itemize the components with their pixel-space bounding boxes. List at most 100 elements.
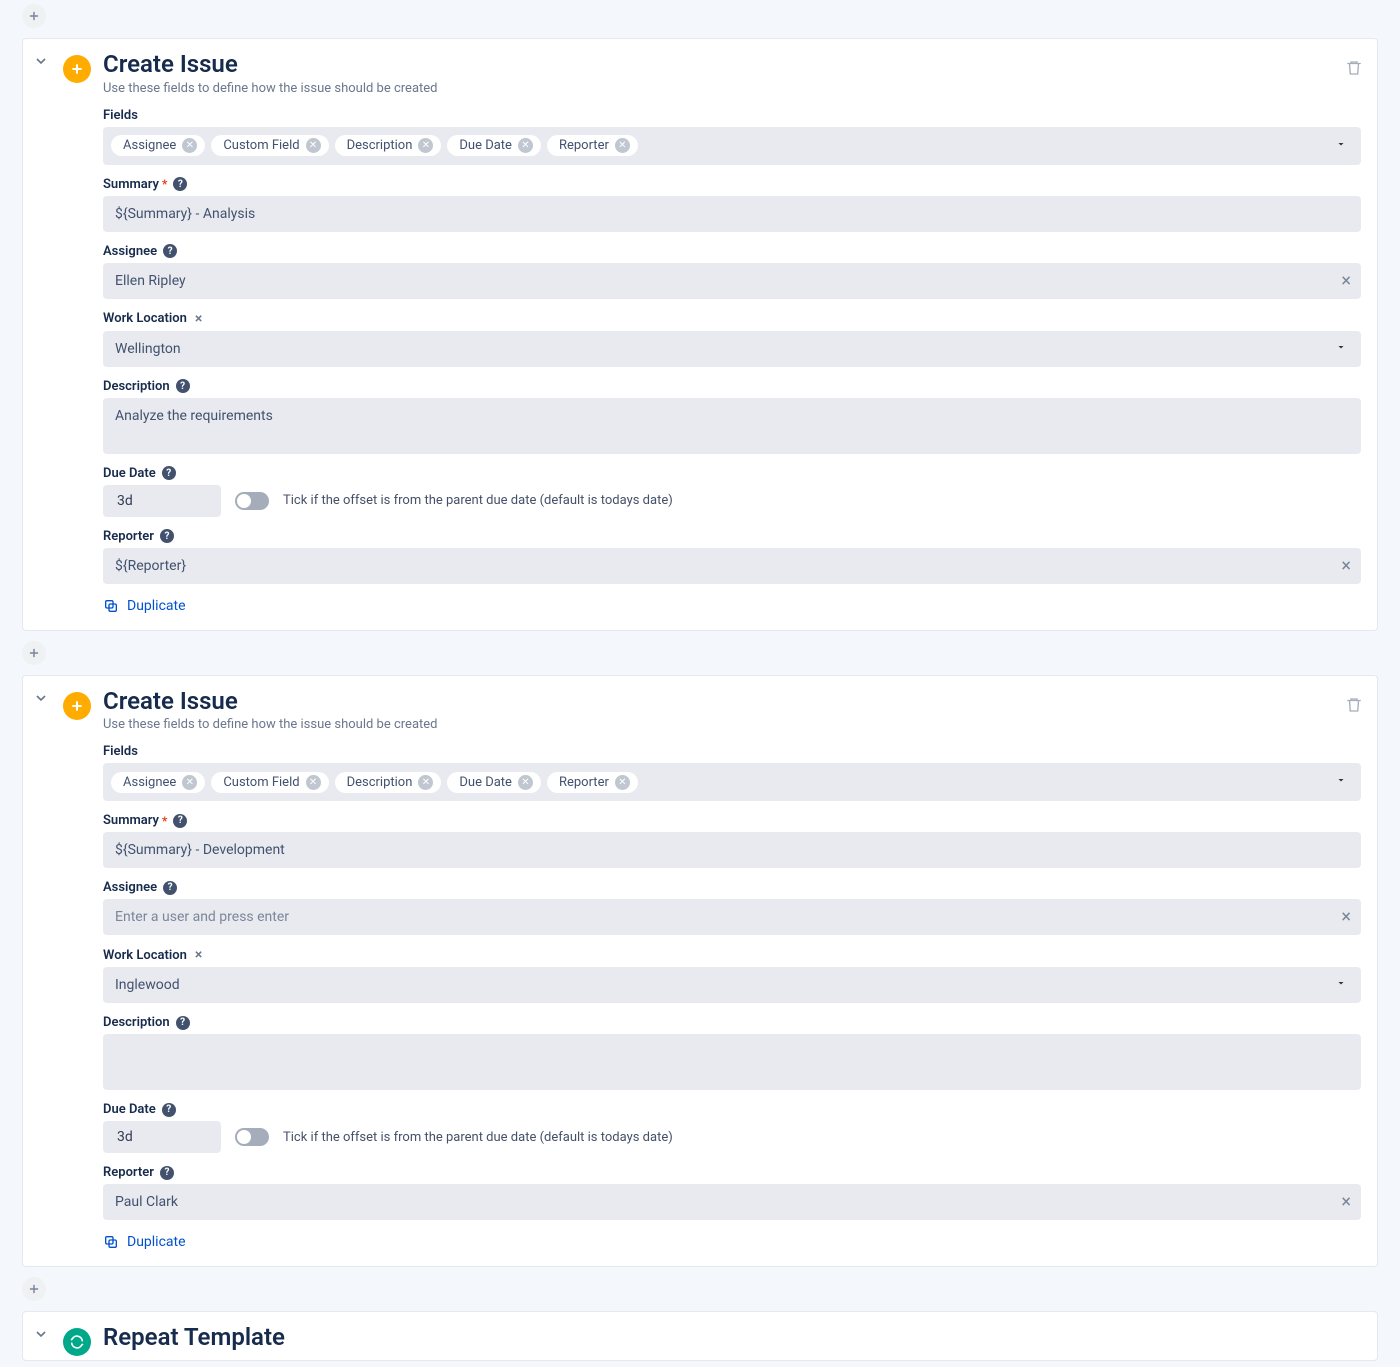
due-date-label: Due Date: [103, 1102, 156, 1117]
reporter-label: Reporter: [103, 1165, 154, 1180]
reporter-label: Reporter: [103, 529, 154, 544]
card-subtitle: Use these fields to define how the issue…: [103, 81, 438, 96]
clear-icon[interactable]: ×: [1341, 555, 1351, 576]
work-location-value: Inglewood: [115, 977, 180, 993]
required-asterisk: *: [162, 177, 167, 191]
create-issue-card: Create Issue Use these fields to define …: [22, 675, 1378, 1268]
plus-icon: [27, 1282, 41, 1296]
chip-remove-icon[interactable]: ✕: [518, 138, 533, 153]
repeat-icon: [69, 1334, 85, 1350]
help-icon[interactable]: ?: [160, 529, 174, 543]
chip-remove-icon[interactable]: ✕: [418, 138, 433, 153]
chip-remove-icon[interactable]: ✕: [418, 775, 433, 790]
chip-label: Custom Field: [223, 138, 299, 153]
add-step-button-bottom[interactable]: [22, 1277, 46, 1301]
field-chip: Description ✕: [335, 135, 442, 156]
card-title: Repeat Template: [103, 1324, 285, 1352]
select-caret[interactable]: [1335, 341, 1347, 357]
help-icon[interactable]: ?: [173, 177, 187, 191]
chip-remove-icon[interactable]: ✕: [615, 775, 630, 790]
fields-dropdown-caret[interactable]: [1335, 774, 1347, 790]
collapse-toggle[interactable]: [33, 53, 49, 73]
reporter-value: ${Reporter}: [115, 558, 186, 574]
help-icon[interactable]: ?: [176, 1016, 190, 1030]
reporter-input[interactable]: ${Reporter} ×: [103, 548, 1361, 584]
chip-label: Assignee: [123, 775, 176, 790]
fields-dropdown-caret[interactable]: [1335, 138, 1347, 154]
trash-icon: [1345, 696, 1363, 714]
due-date-input[interactable]: 3d: [103, 1121, 221, 1153]
reporter-value: Paul Clark: [115, 1194, 178, 1210]
chip-label: Custom Field: [223, 775, 299, 790]
chip-remove-icon[interactable]: ✕: [306, 775, 321, 790]
field-chip: Description ✕: [335, 772, 442, 793]
chip-label: Reporter: [559, 138, 609, 153]
add-step-button-top[interactable]: [22, 4, 46, 28]
summary-value: ${Summary} - Development: [115, 842, 285, 858]
card-title: Create Issue: [103, 688, 438, 716]
chip-label: Assignee: [123, 138, 176, 153]
due-date-value: 3d: [117, 493, 133, 509]
fields-label: Fields: [103, 744, 138, 759]
create-issue-card: Create Issue Use these fields to define …: [22, 38, 1378, 631]
select-caret[interactable]: [1335, 977, 1347, 993]
create-issue-badge: [63, 55, 91, 83]
fields-multiselect[interactable]: Assignee✕ Custom Field✕ Description✕ Due…: [103, 763, 1361, 801]
help-icon[interactable]: ?: [162, 466, 176, 480]
plus-icon: [27, 646, 41, 660]
card-subtitle: Use these fields to define how the issue…: [103, 717, 438, 732]
plus-icon: [69, 698, 85, 714]
field-chip: Reporter ✕: [547, 135, 638, 156]
chip-remove-icon[interactable]: ✕: [518, 775, 533, 790]
offset-toggle[interactable]: [235, 1128, 269, 1146]
clear-icon[interactable]: ×: [1341, 270, 1351, 291]
chip-remove-icon[interactable]: ✕: [615, 138, 630, 153]
trash-icon: [1345, 59, 1363, 77]
help-icon[interactable]: ?: [163, 244, 177, 258]
chip-remove-icon[interactable]: ✕: [182, 138, 197, 153]
chevron-down-icon: [33, 690, 49, 706]
help-icon[interactable]: ?: [162, 1103, 176, 1117]
assignee-label: Assignee: [103, 244, 157, 259]
add-step-button-mid[interactable]: [22, 641, 46, 665]
assignee-input[interactable]: Ellen Ripley ×: [103, 263, 1361, 299]
fields-multiselect[interactable]: Assignee✕ Custom Field✕ Description✕ Due…: [103, 127, 1361, 165]
description-input[interactable]: Analyze the requirements: [103, 398, 1361, 454]
work-location-value: Wellington: [115, 341, 181, 357]
chip-label: Description: [347, 138, 413, 153]
help-icon[interactable]: ?: [176, 379, 190, 393]
work-location-select[interactable]: Wellington: [103, 331, 1361, 367]
help-icon[interactable]: ?: [160, 1166, 174, 1180]
description-label: Description: [103, 379, 170, 394]
delete-button[interactable]: [1345, 59, 1363, 81]
assignee-input[interactable]: Enter a user and press enter ×: [103, 899, 1361, 935]
clear-icon[interactable]: ×: [193, 311, 204, 327]
chip-label: Description: [347, 775, 413, 790]
clear-icon[interactable]: ×: [1341, 907, 1351, 928]
reporter-input[interactable]: Paul Clark ×: [103, 1184, 1361, 1220]
clear-icon[interactable]: ×: [193, 947, 204, 963]
help-icon[interactable]: ?: [163, 881, 177, 895]
clear-icon[interactable]: ×: [1341, 1192, 1351, 1213]
delete-button[interactable]: [1345, 696, 1363, 718]
offset-toggle[interactable]: [235, 492, 269, 510]
collapse-toggle[interactable]: [33, 690, 49, 710]
summary-input[interactable]: ${Summary} - Analysis: [103, 196, 1361, 232]
caret-down-icon: [1335, 977, 1347, 989]
chip-remove-icon[interactable]: ✕: [306, 138, 321, 153]
assignee-placeholder: Enter a user and press enter: [115, 909, 289, 925]
card-title: Create Issue: [103, 51, 438, 79]
duplicate-button[interactable]: Duplicate: [127, 1234, 186, 1250]
work-location-select[interactable]: Inglewood: [103, 967, 1361, 1003]
field-chip: Assignee ✕: [111, 135, 205, 156]
collapse-toggle[interactable]: [33, 1326, 49, 1346]
chip-remove-icon[interactable]: ✕: [182, 775, 197, 790]
caret-down-icon: [1335, 341, 1347, 353]
due-date-input[interactable]: 3d: [103, 485, 221, 517]
description-value: Analyze the requirements: [115, 408, 273, 424]
description-input[interactable]: [103, 1034, 1361, 1090]
summary-input[interactable]: ${Summary} - Development: [103, 832, 1361, 868]
duplicate-button[interactable]: Duplicate: [127, 598, 186, 614]
help-icon[interactable]: ?: [173, 814, 187, 828]
fields-label: Fields: [103, 108, 138, 123]
